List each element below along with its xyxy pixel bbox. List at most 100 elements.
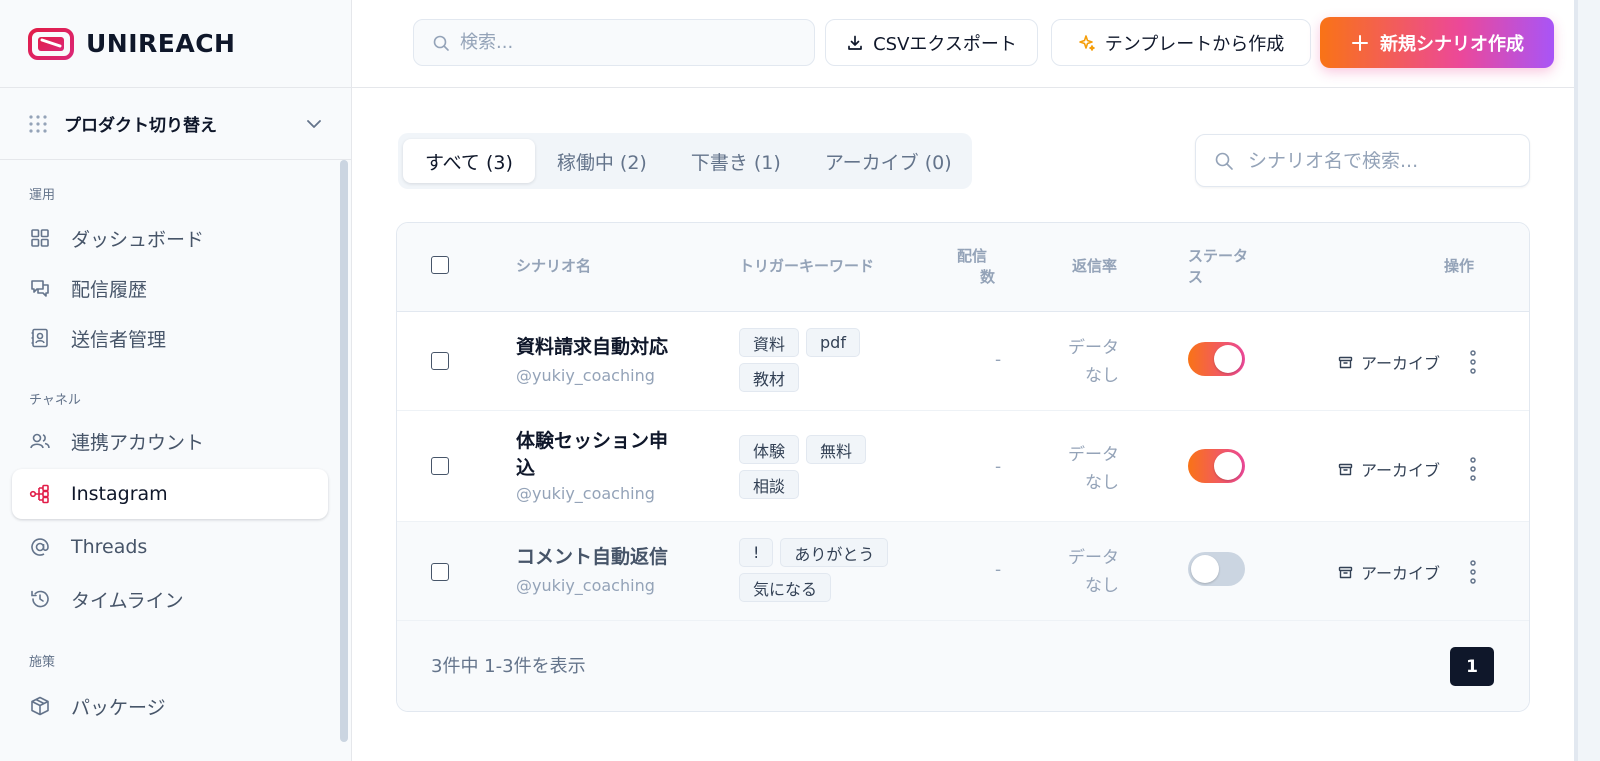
scenario-table: シナリオ名 トリガーキーワード 配信 数 返信率 ステータ ス 操作 資料請求自… [396, 222, 1530, 712]
scenario-handle: @yukiy_coaching [516, 366, 655, 385]
sidebar-item-label: ダッシュボード [71, 228, 205, 251]
sidebar-scrollbar[interactable] [340, 160, 348, 742]
sidebar-item-delivery-history[interactable]: 配信履歴 [12, 263, 328, 313]
chevron-down-icon [307, 119, 321, 128]
toggle-knob [1191, 555, 1219, 583]
sidebar-item-dashboard[interactable]: ダッシュボード [12, 213, 328, 263]
pagination-summary: 3件中 1-3件を表示 [431, 656, 586, 677]
column-header-name: シナリオ名 [516, 257, 592, 275]
contact-card-icon [31, 328, 48, 348]
grid-icon [31, 229, 49, 247]
column-header-trigger: トリガーキーワード [739, 257, 875, 275]
toggle-knob [1214, 345, 1242, 373]
table-header: シナリオ名 トリガーキーワード 配信 数 返信率 ステータ ス 操作 [397, 223, 1529, 312]
row-checkbox[interactable] [431, 457, 449, 475]
sidebar-item-label: Instagram [71, 483, 168, 505]
sidebar-item-label: 配信履歴 [71, 278, 148, 301]
column-header-sent-line2: 数 [979, 268, 995, 286]
tab-all[interactable]: すべて (3) [403, 139, 535, 183]
scenario-search-input[interactable] [1248, 149, 1508, 172]
sidebar-item-threads[interactable]: Threads [12, 522, 328, 572]
archive-button[interactable]: アーカイブ [1338, 350, 1440, 374]
download-icon [848, 35, 862, 50]
column-header-status-line1: ステータ [1188, 247, 1249, 265]
csv-export-button[interactable]: CSVエクスポート [825, 19, 1038, 66]
status-toggle[interactable] [1188, 342, 1245, 376]
reply-rate: データ なし [1037, 544, 1119, 600]
create-from-template-button[interactable]: テンプレートから作成 [1051, 19, 1311, 66]
select-all-checkbox[interactable] [431, 256, 449, 274]
global-search[interactable] [413, 19, 815, 66]
archive-label: アーカイブ [1361, 354, 1441, 373]
history-icon [31, 590, 49, 608]
scenario-name[interactable]: コメント自動返信 [516, 544, 686, 571]
reply-rate: データ なし [1037, 441, 1119, 497]
scenario-search[interactable] [1195, 134, 1530, 187]
sidebar-item-sender-management[interactable]: 送信者管理 [12, 313, 328, 363]
archive-label: アーカイブ [1361, 564, 1441, 583]
column-header-actions: 操作 [1444, 257, 1475, 275]
workflow-icon [29, 484, 49, 504]
nav-section-operations: 運用 [29, 188, 56, 203]
sidebar-item-instagram[interactable]: Instagram [12, 469, 328, 519]
column-header-sent: 配信 数 [935, 246, 995, 288]
column-header-status: ステータ ス [1188, 246, 1248, 288]
tab-drafts[interactable]: 下書き (1) [669, 139, 803, 183]
scenario-handle: @yukiy_coaching [516, 576, 655, 595]
sparkles-icon [1078, 34, 1095, 51]
sidebar-item-package[interactable]: パッケージ [12, 681, 328, 731]
scenario-name[interactable]: 資料請求自動対応 [516, 334, 686, 361]
new-scenario-button[interactable]: 新規シナリオ作成 [1320, 17, 1554, 68]
table-row[interactable]: コメント自動返信 @yukiy_coaching ! ありがとう 気になる - … [397, 522, 1529, 621]
tab-archived[interactable]: アーカイブ (0) [803, 139, 974, 183]
keyword-tag: 無料 [806, 435, 867, 464]
brand: UNIREACH [0, 0, 351, 88]
status-toggle[interactable] [1188, 552, 1245, 586]
column-header-sent-line1: 配信 [956, 247, 987, 265]
at-sign-icon [31, 538, 49, 556]
more-vertical-icon[interactable] [1465, 456, 1481, 482]
status-toggle[interactable] [1188, 449, 1245, 483]
keyword-tag: 気になる [739, 573, 832, 602]
sent-count: - [995, 457, 1002, 477]
archive-button[interactable]: アーカイブ [1338, 457, 1440, 481]
keyword-tag: ! [739, 538, 774, 567]
table-row[interactable]: 体験セッション申込 @yukiy_coaching 体験 無料 相談 - データ… [397, 411, 1529, 522]
csv-export-label: CSVエクスポート [873, 33, 1017, 55]
sidebar-nav: 運用 ダッシュボード 配信履歴 送信者管理 チャネル 連携アカウント Insta… [0, 160, 340, 731]
tab-active[interactable]: 稼働中 (2) [535, 139, 669, 183]
scenario-status-tabs: すべて (3) 稼働中 (2) 下書き (1) アーカイブ (0) [398, 133, 972, 189]
table-row[interactable]: 資料請求自動対応 @yukiy_coaching 資料 pdf 教材 - データ… [397, 312, 1529, 411]
nav-section-measures: 施策 [29, 655, 56, 670]
scenario-handle: @yukiy_coaching [516, 484, 655, 503]
sidebar: UNIREACH プロダクト切り替え 運用 ダッシュボード 配信履歴 送信者管理… [0, 0, 352, 761]
more-vertical-icon[interactable] [1465, 349, 1481, 375]
reply-rate-line2: なし [1085, 473, 1119, 493]
sidebar-item-label: Threads [71, 536, 148, 558]
product-switcher[interactable]: プロダクト切り替え [0, 88, 351, 160]
sidebar-item-timeline[interactable]: タイムライン [12, 574, 328, 624]
sent-count: - [995, 560, 1002, 580]
sent-count: - [995, 350, 1002, 370]
sidebar-item-linked-accounts[interactable]: 連携アカウント [12, 416, 328, 466]
package-icon [31, 696, 49, 716]
keyword-tag: 教材 [739, 363, 800, 392]
top-bar: CSVエクスポート テンプレートから作成 新規シナリオ作成 [352, 0, 1574, 88]
keyword-tag: 資料 [739, 328, 800, 357]
global-search-input[interactable] [460, 32, 800, 53]
scenario-name[interactable]: 体験セッション申込 [516, 428, 686, 482]
row-checkbox[interactable] [431, 563, 449, 581]
row-checkbox[interactable] [431, 352, 449, 370]
page-scrollbar[interactable] [1574, 0, 1600, 761]
archive-icon [1338, 463, 1353, 475]
dots-grid-icon [29, 114, 47, 133]
reply-rate-line2: なし [1085, 366, 1119, 386]
reply-rate-line1: データ [1068, 548, 1119, 568]
archive-button[interactable]: アーカイブ [1338, 560, 1440, 584]
table-footer: 3件中 1-3件を表示 1 [397, 621, 1529, 711]
search-icon [433, 35, 449, 51]
more-vertical-icon[interactable] [1465, 559, 1481, 585]
keyword-tag: 相談 [739, 470, 800, 499]
page-button-current[interactable]: 1 [1450, 647, 1494, 686]
archive-label: アーカイブ [1361, 461, 1441, 480]
